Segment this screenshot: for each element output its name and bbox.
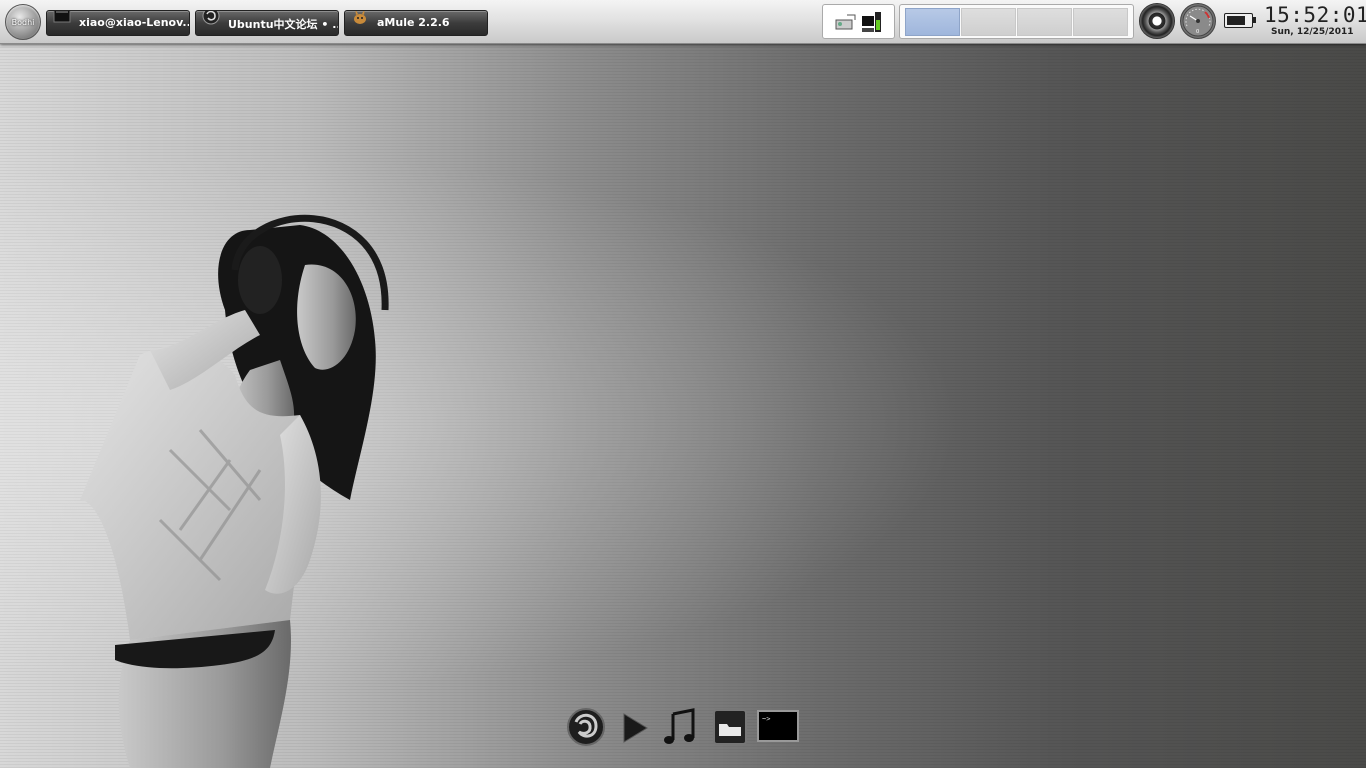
display-icon[interactable] (861, 10, 883, 34)
svg-text:0: 0 (1196, 29, 1199, 35)
top-panel: Bodhi xiao@xiao-Lenov... Ubuntu中文论坛 • ..… (0, 0, 1366, 44)
firefox-icon (202, 11, 220, 25)
firefox-icon[interactable] (564, 704, 608, 748)
terminal-icon (53, 11, 71, 23)
battery-icon[interactable] (1224, 13, 1256, 28)
network-icon[interactable] (835, 13, 857, 31)
music-icon[interactable] (658, 704, 702, 748)
battery-level (1227, 16, 1245, 25)
taskbar-item-label: aMule 2.2.6 (377, 16, 450, 29)
volume-icon[interactable] (1139, 3, 1175, 39)
clock-time[interactable]: 15:52:01 (1264, 3, 1366, 27)
workspace-2[interactable] (961, 8, 1016, 36)
start-button-label: Bodhi (11, 17, 35, 27)
svg-text:~>: ~> (762, 715, 770, 723)
wallpaper-figure (80, 214, 389, 768)
taskbar-item-label: Ubuntu中文论坛 • ... (228, 18, 339, 31)
bodhi-menu-button[interactable]: Bodhi (5, 4, 41, 40)
amule-icon (354, 11, 366, 24)
taskbar-item-amule[interactable]: aMule 2.2.6 (344, 10, 488, 36)
taskbar-item-label: xiao@xiao-Lenov... (79, 16, 190, 29)
system-tray (822, 4, 895, 39)
taskbar-item-terminal[interactable]: xiao@xiao-Lenov... (46, 10, 190, 36)
dock: ~> (560, 700, 805, 752)
taskbar-item-browser[interactable]: Ubuntu中文论坛 • ... (195, 10, 339, 36)
desktop[interactable]: Bodhi xiao@xiao-Lenov... Ubuntu中文论坛 • ..… (0, 0, 1366, 768)
media-player-icon[interactable] (613, 704, 657, 748)
workspace-pager (899, 4, 1134, 39)
terminal-icon[interactable]: ~> (756, 704, 800, 748)
file-manager-icon[interactable] (708, 704, 752, 748)
cpu-gauge-icon[interactable]: 0 (1180, 3, 1216, 39)
workspace-1[interactable] (905, 8, 960, 36)
workspace-4[interactable] (1073, 8, 1128, 36)
workspace-3[interactable] (1017, 8, 1072, 36)
clock-date: Sun, 12/25/2011 (1271, 27, 1354, 37)
